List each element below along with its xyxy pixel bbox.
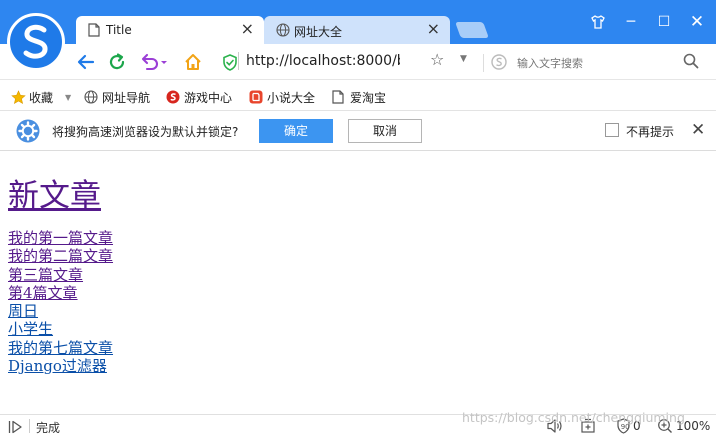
article-link[interactable]: 小学生: [8, 320, 113, 338]
game-icon: [166, 90, 180, 104]
watermark-text: https://blog.csdn.net/chengqiuming: [462, 410, 685, 425]
star-bookmark-icon[interactable]: ☆: [430, 50, 444, 69]
close-window-button[interactable]: ✕: [686, 11, 708, 33]
page-icon: [332, 90, 346, 104]
status-text: 完成: [36, 421, 61, 435]
minimize-button[interactable]: ─: [620, 11, 642, 33]
bookmark-label: 收藏: [29, 90, 54, 105]
cancel-button[interactable]: 取消: [348, 119, 422, 143]
article-link[interactable]: 周日: [8, 302, 113, 320]
bookmark-game-center[interactable]: 游戏中心: [166, 88, 232, 106]
sogou-browser-logo-icon[interactable]: [7, 13, 65, 71]
browser-titlebar: Title × 网址大全 × ─ ☐ ✕: [0, 0, 716, 44]
home-icon[interactable]: [181, 50, 205, 74]
chevron-down-icon[interactable]: ▼: [460, 54, 467, 64]
bookmark-label: 爱淘宝: [350, 90, 387, 105]
close-tab-icon[interactable]: ×: [427, 20, 440, 38]
undo-close-tab-icon[interactable]: [137, 50, 171, 74]
skin-icon[interactable]: [587, 11, 609, 33]
article-link[interactable]: Django过滤器: [8, 357, 113, 375]
divider: [483, 54, 484, 72]
new-tab-button[interactable]: [455, 22, 489, 38]
close-icon[interactable]: ✕: [691, 120, 705, 140]
search-input[interactable]: [517, 53, 667, 73]
article-link[interactable]: 我的第二篇文章: [8, 247, 113, 265]
article-link[interactable]: 第三篇文章: [8, 266, 113, 284]
bookmarks-bar: 收藏 ▼ 网址导航 游戏中心 小说大全 爱淘宝: [0, 81, 716, 111]
article-link[interactable]: 第4篇文章: [8, 284, 113, 302]
article-link[interactable]: 我的第七篇文章: [8, 339, 113, 357]
bookmark-label: 游戏中心: [184, 90, 233, 105]
chevron-down-icon[interactable]: ▼: [65, 93, 71, 102]
tab-url-directory[interactable]: 网址大全 ×: [264, 16, 450, 44]
divider: [29, 419, 30, 433]
bookmark-ai-taobao[interactable]: 爱淘宝: [332, 88, 386, 106]
article-link[interactable]: 我的第一篇文章: [8, 229, 113, 247]
divider: [238, 52, 239, 70]
page-title[interactable]: 新文章: [8, 170, 101, 215]
no-remind-checkbox[interactable]: [605, 123, 619, 137]
bookmark-url-navigation[interactable]: 网址导航: [84, 88, 150, 106]
globe-icon: [276, 23, 290, 40]
bookmark-novels[interactable]: 小说大全: [249, 88, 315, 106]
tab-title[interactable]: Title ×: [76, 16, 264, 44]
search-icon[interactable]: [683, 53, 699, 72]
bookmark-label: 小说大全: [267, 90, 316, 105]
close-tab-icon[interactable]: ×: [241, 20, 254, 38]
sidebar-toggle-icon[interactable]: [7, 419, 23, 436]
bookmark-label: 网址导航: [102, 90, 151, 105]
tab-label: Title: [106, 23, 132, 37]
confirm-button[interactable]: 确定: [259, 119, 333, 143]
article-list: 我的第一篇文章 我的第二篇文章 第三篇文章 第4篇文章 周日 小学生 我的第七篇文章 Djan…: [8, 229, 113, 375]
bookmark-favorites[interactable]: 收藏 ▼: [11, 88, 71, 106]
settings-gear-icon: [16, 119, 40, 146]
maximize-button[interactable]: ☐: [653, 11, 675, 33]
tab-label: 网址大全: [294, 25, 343, 39]
secure-shield-icon: [222, 54, 238, 74]
page-content: 新文章 我的第一篇文章 我的第二篇文章 第三篇文章 第4篇文章 周日 小学生 我的第七篇文章…: [0, 152, 716, 414]
refresh-icon[interactable]: [105, 50, 129, 74]
navigation-bar: http://localhost:8000/blog/ ☆ ▼: [0, 44, 716, 80]
back-arrow-icon[interactable]: [74, 50, 98, 74]
page-icon: [88, 23, 100, 40]
globe-icon: [84, 90, 98, 104]
url-text[interactable]: http://localhost:8000/blog/: [246, 53, 400, 69]
search-engine-icon[interactable]: [491, 54, 507, 73]
prompt-message: 将搜狗高速浏览器设为默认并锁定?: [52, 125, 239, 139]
star-icon: [11, 90, 26, 105]
no-remind-label: 不再提示: [626, 125, 675, 139]
book-icon: [249, 90, 263, 104]
